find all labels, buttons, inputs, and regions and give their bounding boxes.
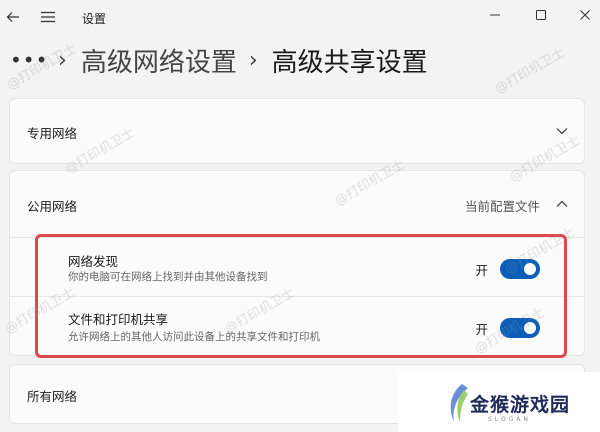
chevron-right-icon: › — [248, 47, 258, 73]
setting-description: 你的电脑可在网络上找到并由其他设备找到 — [68, 271, 268, 283]
logo-slogan: SLOGAN — [488, 416, 531, 423]
chevron-down-icon[interactable] — [554, 123, 570, 139]
chevron-up-icon[interactable] — [554, 196, 570, 212]
breadcrumb-overflow-button[interactable]: ••• — [10, 48, 47, 72]
site-logo: 金猴游戏园 SLOGAN — [398, 372, 600, 432]
divider — [10, 296, 584, 297]
toggle-knob — [524, 322, 536, 334]
divider — [10, 237, 584, 238]
back-arrow-icon[interactable] — [2, 6, 24, 28]
setting-title: 文件和打印机共享 — [68, 312, 169, 327]
logo-text: 金猴游戏园 — [470, 394, 571, 416]
network-discovery-toggle[interactable] — [500, 259, 540, 279]
private-network-section[interactable]: 专用网络 — [9, 98, 585, 164]
file-printer-sharing-row: 文件和打印机共享 允许网络上的其他人访问此设备上的共享文件和打印机 开 — [10, 299, 584, 357]
chevron-right-icon: › — [58, 47, 67, 73]
watermark: @打印机卫士 — [492, 45, 568, 98]
section-label: 公用网络 — [27, 199, 78, 214]
public-network-section: 公用网络 当前配置文件 网络发现 你的电脑可在网络上找到并由其他设备找到 开 文… — [9, 170, 585, 356]
file-printer-sharing-toggle[interactable] — [500, 318, 540, 338]
logo-swoosh-icon — [450, 384, 468, 422]
current-profile-tag: 当前配置文件 — [464, 199, 540, 214]
section-label: 所有网络 — [27, 389, 78, 404]
section-label: 专用网络 — [27, 126, 78, 141]
close-icon[interactable] — [574, 4, 596, 26]
title-bar: 设置 — [0, 0, 600, 36]
hamburger-menu-icon[interactable] — [38, 7, 58, 27]
toggle-knob — [524, 263, 536, 275]
setting-title: 网络发现 — [68, 254, 119, 269]
page-title: 高级共享设置 — [271, 47, 428, 78]
minimize-icon[interactable] — [484, 4, 506, 26]
maximize-icon[interactable] — [530, 4, 552, 26]
window-title: 设置 — [82, 12, 107, 26]
breadcrumb: ••• › 高级网络设置 › 高级共享设置 — [10, 40, 428, 80]
breadcrumb-item-parent[interactable]: 高级网络设置 — [81, 42, 237, 79]
network-discovery-row: 网络发现 你的电脑可在网络上找到并由其他设备找到 开 — [10, 241, 584, 299]
setting-description: 允许网络上的其他人访问此设备上的共享文件和打印机 — [68, 331, 320, 343]
toggle-state-label: 开 — [475, 322, 488, 337]
toggle-state-label: 开 — [475, 263, 488, 278]
